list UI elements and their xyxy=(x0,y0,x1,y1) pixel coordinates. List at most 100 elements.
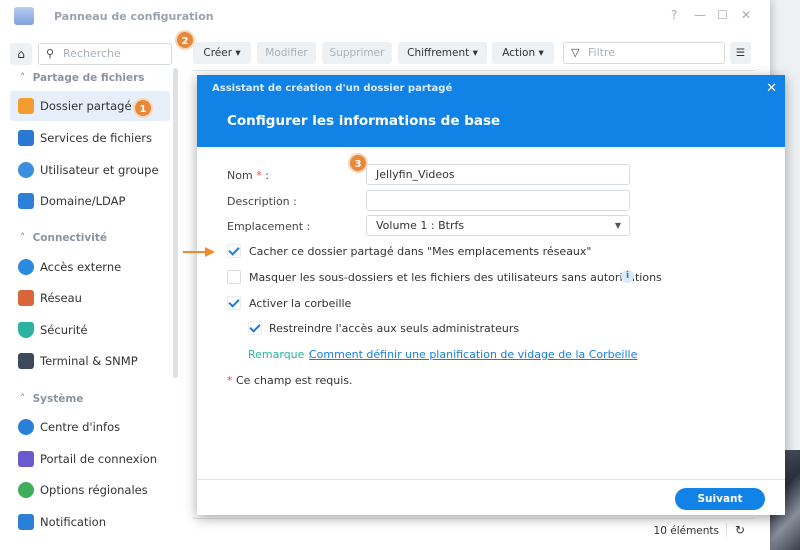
sidebar-item-label: Centre d'infos xyxy=(40,420,121,434)
filter-placeholder: Filtre xyxy=(588,46,616,59)
name-label-text: Nom xyxy=(227,169,253,182)
description-label: Description : xyxy=(227,195,297,208)
description-input[interactable] xyxy=(366,190,630,211)
location-select[interactable]: Volume 1 : Btrfs ▼ xyxy=(366,215,630,236)
name-input[interactable]: Jellyfin_Videos xyxy=(366,164,630,185)
recycle-bin-checkbox[interactable] xyxy=(227,296,241,310)
sidebar-item-users[interactable]: Utilisateur et groupe xyxy=(10,155,170,185)
name-label: Nom * : xyxy=(227,169,269,182)
delete-button[interactable]: Supprimer xyxy=(322,42,392,64)
next-button[interactable]: Suivant xyxy=(675,488,765,510)
note-label: Remarque : xyxy=(248,348,312,361)
close-button[interactable]: ✕ xyxy=(741,8,751,22)
control-panel-logo-icon xyxy=(14,7,34,25)
action-label: Action xyxy=(502,47,536,59)
users-icon xyxy=(18,162,34,178)
sidebar-item-label: Notification xyxy=(40,515,106,529)
restrict-admin-label: Restreindre l'accès aux seuls administra… xyxy=(269,322,520,335)
sidebar-item-notification[interactable]: Notification xyxy=(10,507,170,537)
sidebar-item-regional[interactable]: Options régionales xyxy=(10,475,170,505)
shield-icon xyxy=(18,322,34,338)
terminal-icon xyxy=(18,353,34,369)
hide-share-label: Cacher ce dossier partagé dans "Mes empl… xyxy=(249,245,592,258)
sidebar-item-external-access[interactable]: Accès externe xyxy=(10,252,170,282)
sort-button[interactable]: ☰ xyxy=(730,42,751,64)
sidebar-item-label: Services de fichiers xyxy=(40,131,153,145)
filter-icon: ▽ xyxy=(571,46,580,59)
network-icon xyxy=(18,290,34,306)
colon: : xyxy=(265,169,269,182)
help-icon[interactable]: ? xyxy=(671,8,677,22)
sidebar-item-login-portal[interactable]: Portail de connexion xyxy=(10,444,170,474)
sidebar-item-network[interactable]: Réseau xyxy=(10,283,170,313)
sidebar-item-label: Dossier partagé xyxy=(40,99,132,113)
modify-button[interactable]: Modifier xyxy=(257,42,316,64)
sidebar-item-label: Options régionales xyxy=(40,483,148,497)
required-note: * Ce champ est requis. xyxy=(227,374,353,387)
item-count: 10 éléments xyxy=(653,525,719,537)
required-mark: * xyxy=(227,374,233,387)
chevron-down-icon: ▼ xyxy=(614,221,621,230)
action-button[interactable]: Action ▾ xyxy=(492,42,554,64)
section-system[interactable]: ˄ Système xyxy=(20,393,83,405)
filter-input[interactable]: ▽ Filtre xyxy=(563,42,725,64)
annotation-arrow-icon xyxy=(183,247,215,257)
sidebar-item-info-center[interactable]: Centre d'infos xyxy=(10,412,170,442)
encryption-button[interactable]: Chiffrement ▾ xyxy=(398,42,487,64)
regional-icon xyxy=(18,482,34,498)
window-title: Panneau de configuration xyxy=(54,9,214,23)
folder-icon xyxy=(18,98,34,114)
portal-icon xyxy=(18,451,34,467)
sidebar-scrollbar[interactable] xyxy=(173,68,178,378)
section-connectivity[interactable]: ˄ Connectivité xyxy=(20,232,107,244)
search-placeholder: Recherche xyxy=(63,47,121,60)
sidebar-item-security[interactable]: Sécurité xyxy=(10,315,170,345)
required-note-text: Ce champ est requis. xyxy=(236,374,353,387)
list-footer: 10 éléments ↻ xyxy=(193,518,755,544)
minimize-button[interactable]: — xyxy=(694,8,706,22)
encryption-label: Chiffrement xyxy=(407,47,470,59)
sidebar-item-label: Terminal & SNMP xyxy=(40,354,138,368)
section-file-sharing[interactable]: ˄ Partage de fichiers xyxy=(20,72,145,84)
sidebar-item-label: Sécurité xyxy=(40,323,88,337)
refresh-icon[interactable]: ↻ xyxy=(725,523,745,537)
recycle-schedule-link[interactable]: Comment définir une planification de vid… xyxy=(309,348,637,361)
section-label: Connectivité xyxy=(32,232,107,244)
sidebar-item-terminal[interactable]: Terminal & SNMP xyxy=(10,346,170,376)
hide-subfolders-label: Masquer les sous-dossiers et les fichier… xyxy=(249,271,662,284)
search-icon: ⚲ xyxy=(46,47,55,60)
info-icon[interactable]: i xyxy=(621,270,634,283)
dialog-subtitle: Assistant de création d'un dossier parta… xyxy=(212,83,453,94)
location-value: Volume 1 : Btrfs xyxy=(376,219,465,232)
divider xyxy=(193,70,755,71)
section-label: Système xyxy=(32,393,84,405)
info-icon xyxy=(18,419,34,435)
close-icon[interactable]: ✕ xyxy=(766,81,777,96)
hide-share-checkbox[interactable] xyxy=(227,244,241,258)
home-button[interactable]: ⌂ xyxy=(10,43,32,65)
create-label: Créer xyxy=(203,47,233,59)
notification-icon xyxy=(18,514,34,530)
location-label: Emplacement : xyxy=(227,220,311,233)
sidebar-item-ldap[interactable]: Domaine/LDAP xyxy=(10,186,170,216)
dialog-title: Configurer les informations de base xyxy=(227,113,501,129)
sidebar-item-label: Accès externe xyxy=(40,260,122,274)
shared-folder-wizard-dialog: Assistant de création d'un dossier parta… xyxy=(197,75,785,515)
sidebar: ⌂ ⚲ Recherche ˄ Partage de fichiers Dossi… xyxy=(0,40,180,550)
step-badge-2: 2 xyxy=(175,30,195,50)
step-badge-1: 1 xyxy=(133,98,153,118)
restrict-admin-checkbox[interactable] xyxy=(248,321,262,335)
section-label: Partage de fichiers xyxy=(32,72,145,84)
external-access-icon xyxy=(18,259,34,275)
sidebar-item-file-services[interactable]: Services de fichiers xyxy=(10,123,170,153)
sidebar-item-label: Domaine/LDAP xyxy=(40,194,126,208)
hide-subfolders-checkbox[interactable] xyxy=(227,270,241,284)
search-input[interactable]: ⚲ Recherche xyxy=(38,43,172,65)
create-button[interactable]: Créer ▾ xyxy=(193,42,251,64)
sidebar-item-label: Réseau xyxy=(40,291,82,305)
recycle-bin-label: Activer la corbeille xyxy=(249,297,352,310)
maximize-button[interactable]: ☐ xyxy=(717,8,728,22)
required-mark: * xyxy=(256,169,262,182)
file-services-icon xyxy=(18,130,34,146)
sidebar-item-label: Utilisateur et groupe xyxy=(40,163,159,177)
